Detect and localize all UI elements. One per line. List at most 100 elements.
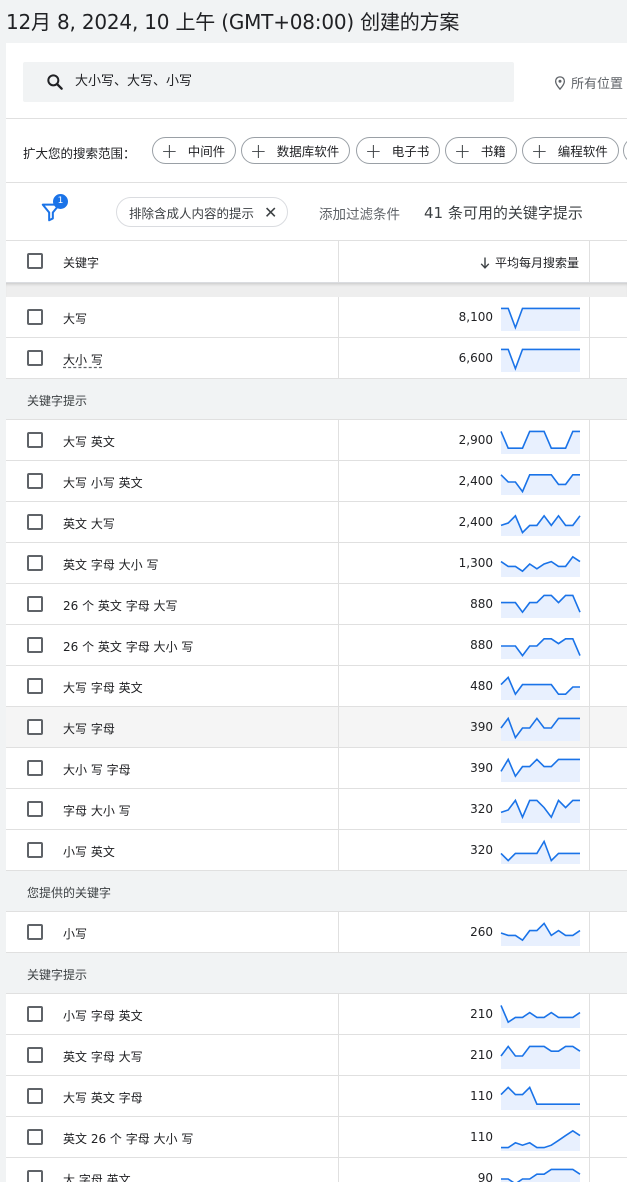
column-divider	[338, 297, 339, 337]
row-checkbox[interactable]	[27, 555, 43, 571]
column-divider	[338, 789, 339, 829]
table-row[interactable]: 大小 写 字母 390	[6, 748, 627, 789]
header-separator	[6, 283, 627, 297]
row-checkbox[interactable]	[27, 1047, 43, 1063]
table-row[interactable]: 英文 字母 大小 写 1,300	[6, 543, 627, 584]
row-checkbox[interactable]	[27, 473, 43, 489]
available-ideas-count: 41 条可用的关键字提示	[424, 204, 583, 222]
column-divider	[338, 1117, 339, 1157]
column-divider	[589, 789, 590, 829]
trend-sparkline	[500, 757, 580, 782]
avg-monthly-searches-cell: 110	[470, 1089, 493, 1103]
table-row[interactable]: 英文 26 个 字母 大小 写 110	[6, 1117, 627, 1158]
column-divider	[338, 461, 339, 501]
table-row[interactable]: 大写 字母 英文 480	[6, 666, 627, 707]
avg-monthly-searches-cell: 390	[470, 761, 493, 775]
column-divider	[589, 338, 590, 378]
table-row[interactable]: 小写 字母 英文 210	[6, 994, 627, 1035]
broaden-chip-programming-software[interactable]: + 编程软件	[522, 137, 619, 164]
chip-label: 书籍	[480, 144, 506, 159]
avg-monthly-searches-cell: 2,400	[458, 474, 493, 488]
trend-sparkline	[500, 675, 580, 700]
row-checkbox[interactable]	[27, 1129, 43, 1145]
table-row[interactable]: 大 字母 英文 90	[6, 1158, 627, 1182]
table-row[interactable]: 英文 字母 大写 210	[6, 1035, 627, 1076]
sort-descending-icon	[480, 257, 490, 269]
close-icon[interactable]: ✕	[264, 203, 277, 222]
row-checkbox[interactable]	[27, 432, 43, 448]
table-row[interactable]: 大写 字母 390	[6, 707, 627, 748]
row-checkbox[interactable]	[27, 596, 43, 612]
keyword-cell: 大 字母 英文	[63, 1173, 131, 1182]
column-divider	[589, 625, 590, 665]
keyword-cell: 小写	[63, 927, 88, 941]
avg-monthly-searches-cell: 210	[470, 1007, 493, 1021]
table-row[interactable]: 大写 英文 2,900	[6, 420, 627, 461]
row-checkbox[interactable]	[27, 719, 43, 735]
row-checkbox[interactable]	[27, 1088, 43, 1104]
row-checkbox[interactable]	[27, 801, 43, 817]
select-all-checkbox[interactable]	[27, 253, 43, 269]
avg-monthly-searches-cell: 210	[470, 1048, 493, 1062]
row-checkbox[interactable]	[27, 514, 43, 530]
column-divider	[338, 338, 339, 378]
table-row[interactable]: 大写 小写 英文 2,400	[6, 461, 627, 502]
row-checkbox[interactable]	[27, 350, 43, 366]
column-divider	[589, 584, 590, 624]
group-header: 关键字提示	[6, 953, 627, 994]
avg-monthly-searches-cell: 880	[470, 597, 493, 611]
broaden-chip-ebook[interactable]: + 电子书	[356, 137, 441, 164]
trend-sparkline	[500, 922, 581, 946]
trend-sparkline	[501, 638, 581, 659]
location-pin-icon	[554, 75, 566, 90]
search-row: 大小写、大写、小写 所有位置	[6, 43, 627, 119]
keyword-ideas-panel: 大小写、大写、小写 所有位置 扩大您的搜索范围： + 中间件 + 数据库软件 +…	[6, 43, 627, 1182]
table-row[interactable]: 英文 大写 2,400	[6, 502, 627, 543]
column-header-avg-monthly-searches[interactable]: 平均每月搜索量	[480, 254, 579, 271]
table-row[interactable]: 26 个 英文 字母 大小 写 880	[6, 625, 627, 666]
row-checkbox[interactable]	[27, 309, 43, 325]
location-label: 所有位置	[571, 77, 624, 92]
row-checkbox[interactable]	[27, 842, 43, 858]
keyword-cell: 英文 大写	[63, 517, 115, 531]
column-divider	[589, 502, 590, 542]
search-input[interactable]: 大小写、大写、小写	[23, 62, 514, 102]
keyword-cell: 26 个 英文 字母 大写	[63, 599, 178, 613]
column-header-keyword[interactable]: 关键字	[63, 254, 99, 271]
row-checkbox[interactable]	[27, 924, 43, 940]
table-row[interactable]: 大写 英文 字母 110	[6, 1076, 627, 1117]
broaden-chip-more[interactable]	[623, 137, 627, 164]
trend-sparkline	[500, 839, 580, 864]
table-row[interactable]: 大小 写 6,600	[6, 338, 627, 379]
avg-monthly-searches-cell: 320	[470, 802, 493, 816]
table-row[interactable]: 大写 8,100	[6, 297, 627, 338]
row-checkbox[interactable]	[27, 678, 43, 694]
table-row[interactable]: 小写 英文 320	[6, 830, 627, 871]
avg-monthly-searches-cell: 320	[470, 843, 493, 857]
sparkline-area	[501, 1046, 580, 1069]
broaden-label: 扩大您的搜索范围：	[23, 146, 136, 161]
row-checkbox[interactable]	[27, 1006, 43, 1022]
row-checkbox[interactable]	[27, 1170, 43, 1182]
location-selector[interactable]: 所有位置	[554, 73, 623, 92]
plus-icon: +	[161, 138, 178, 163]
column-divider	[338, 748, 339, 788]
keyword-cell: 小写 英文	[63, 845, 115, 859]
broaden-chip-database-software[interactable]: + 数据库软件	[241, 137, 351, 164]
filter-chip-label: 排除含成人内容的提示	[129, 205, 255, 221]
add-filter-button[interactable]: 添加过滤条件	[319, 203, 400, 223]
table-row[interactable]: 小写 260	[6, 912, 627, 953]
row-checkbox[interactable]	[27, 637, 43, 653]
row-checkbox[interactable]	[27, 760, 43, 776]
broaden-chip-books[interactable]: + 书籍	[445, 137, 517, 164]
exclude-adult-filter-chip[interactable]: 排除含成人内容的提示 ✕	[116, 197, 289, 227]
trend-sparkline	[501, 1168, 581, 1182]
column-divider	[338, 502, 339, 542]
group-label: 您提供的关键字	[27, 886, 112, 900]
broaden-chip-middleware[interactable]: + 中间件	[152, 137, 237, 164]
table-row[interactable]: 26 个 英文 字母 大写 880	[6, 584, 627, 625]
keyword-cell: 大写	[63, 312, 88, 326]
keyword-cell: 大写 英文 字母	[63, 1091, 143, 1105]
table-row[interactable]: 字母 大小 写 320	[6, 789, 627, 830]
avg-monthly-searches-cell: 1,300	[458, 556, 493, 570]
